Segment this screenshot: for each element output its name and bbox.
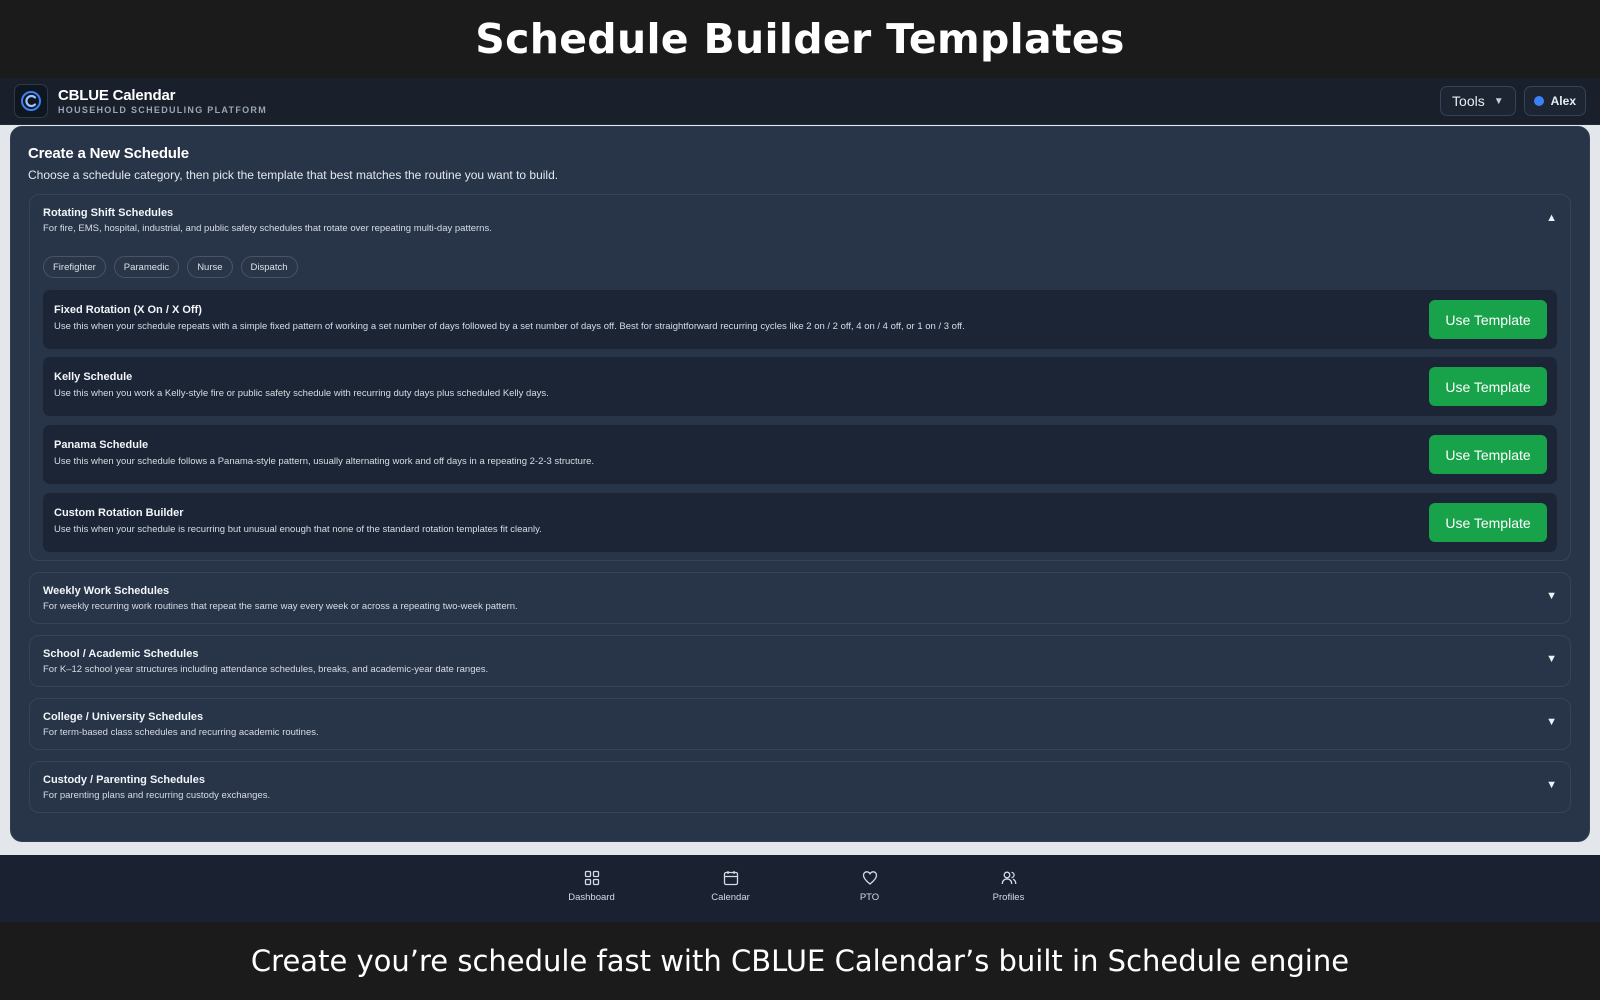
bottom-nav: Dashboard Calendar PTO Profiles [0, 855, 1600, 922]
nav-label: Calendar [711, 892, 750, 903]
top-banner: Schedule Builder Templates [0, 0, 1600, 78]
banner-title: Schedule Builder Templates [475, 15, 1125, 63]
category-title: Weekly Work Schedules [43, 585, 170, 597]
nav-label: Dashboard [568, 892, 615, 903]
tools-menu-button[interactable]: Tools ▼ [1440, 86, 1516, 116]
app-header: CBLUE Calendar HOUSEHOLD SCHEDULING PLAT… [0, 78, 1600, 125]
app-logo[interactable] [14, 84, 48, 118]
template-name: Custom Rotation Builder [54, 507, 184, 519]
category-college-university[interactable]: College / University Schedules For term-… [29, 698, 1571, 750]
nav-label: Profiles [992, 892, 1025, 903]
chip-paramedic[interactable]: Paramedic [113, 256, 180, 278]
role-chips: Firefighter Paramedic Nurse Dispatch [43, 256, 298, 278]
chevron-down-icon: ▼ [1493, 95, 1504, 107]
nav-item-profiles[interactable]: Profiles [939, 855, 1078, 922]
category-description: For weekly recurring work routines that … [43, 601, 518, 612]
user-menu-button[interactable]: Alex [1523, 86, 1586, 116]
app-subtitle: HOUSEHOLD SCHEDULING PLATFORM [58, 105, 268, 115]
category-school-academic[interactable]: School / Academic Schedules For K–12 sch… [29, 635, 1571, 687]
calendar-icon [723, 871, 738, 886]
use-template-button[interactable]: Use Template [1429, 435, 1547, 474]
chip-nurse[interactable]: Nurse [187, 256, 233, 278]
user-status-dot [1533, 96, 1544, 106]
panel-description: Choose a schedule category, then pick th… [28, 168, 559, 182]
template-card-panama: Panama Schedule Use this when your sched… [43, 425, 1557, 484]
tools-label: Tools [1452, 93, 1485, 109]
category-description: For fire, EMS, hospital, industrial, and… [43, 223, 492, 234]
template-description: Use this when you work a Kelly-style fir… [54, 388, 549, 399]
template-name: Fixed Rotation (X On / X Off) [54, 304, 202, 316]
category-weekly-work[interactable]: Weekly Work Schedules For weekly recurri… [29, 572, 1571, 624]
logo-icon [21, 91, 41, 111]
template-card-kelly: Kelly Schedule Use this when you work a … [43, 357, 1557, 416]
app-name: CBLUE Calendar [58, 87, 176, 104]
chevron-down-icon[interactable]: ▼ [1546, 716, 1557, 728]
nav-item-calendar[interactable]: Calendar [661, 855, 800, 922]
template-description: Use this when your schedule is recurring… [54, 524, 542, 535]
users-icon [1001, 871, 1016, 885]
template-description: Use this when your schedule repeats with… [54, 321, 965, 332]
category-description: For parenting plans and recurring custod… [43, 790, 271, 801]
category-description: For term-based class schedules and recur… [43, 727, 319, 738]
chevron-down-icon[interactable]: ▼ [1546, 779, 1557, 791]
category-rotating-shift: Rotating Shift Schedules For fire, EMS, … [29, 194, 1571, 561]
category-title: Custody / Parenting Schedules [43, 774, 205, 786]
chevron-up-icon[interactable]: ▲ [1546, 212, 1557, 224]
content-area: Create a New Schedule Choose a schedule … [0, 125, 1600, 855]
create-schedule-panel: Create a New Schedule Choose a schedule … [10, 126, 1590, 842]
template-name: Panama Schedule [54, 439, 149, 451]
heart-icon [862, 871, 877, 885]
category-title: Rotating Shift Schedules [43, 207, 174, 219]
template-card-fixed-rotation: Fixed Rotation (X On / X Off) Use this w… [43, 290, 1557, 349]
bottom-banner: Create you’re schedule fast with CBLUE C… [0, 922, 1600, 1000]
nav-item-pto[interactable]: PTO [800, 855, 939, 922]
banner-tagline: Create you’re schedule fast with CBLUE C… [250, 944, 1350, 978]
dashboard-icon [584, 870, 599, 886]
use-template-button[interactable]: Use Template [1429, 503, 1547, 542]
template-card-custom-rotation: Custom Rotation Builder Use this when yo… [43, 493, 1557, 552]
brand: CBLUE Calendar HOUSEHOLD SCHEDULING PLAT… [58, 87, 267, 115]
category-title: School / Academic Schedules [43, 648, 199, 660]
panel-title: Create a New Schedule [28, 145, 189, 162]
chevron-down-icon[interactable]: ▼ [1546, 590, 1557, 602]
category-header-rotating-shift[interactable]: Rotating Shift Schedules For fire, EMS, … [30, 195, 1570, 245]
template-description: Use this when your schedule follows a Pa… [54, 456, 595, 467]
category-custody-parenting[interactable]: Custody / Parenting Schedules For parent… [29, 761, 1571, 813]
template-name: Kelly Schedule [54, 371, 133, 383]
category-description: For K–12 school year structures includin… [43, 664, 489, 675]
category-title: College / University Schedules [43, 711, 204, 723]
use-template-button[interactable]: Use Template [1429, 367, 1547, 406]
use-template-button[interactable]: Use Template [1429, 300, 1547, 339]
user-name: Alex [1550, 94, 1576, 108]
nav-label: PTO [859, 892, 880, 903]
nav-item-dashboard[interactable]: Dashboard [522, 855, 661, 922]
chip-dispatch[interactable]: Dispatch [240, 256, 298, 278]
chip-firefighter[interactable]: Firefighter [43, 256, 106, 278]
chevron-down-icon[interactable]: ▼ [1546, 653, 1557, 665]
